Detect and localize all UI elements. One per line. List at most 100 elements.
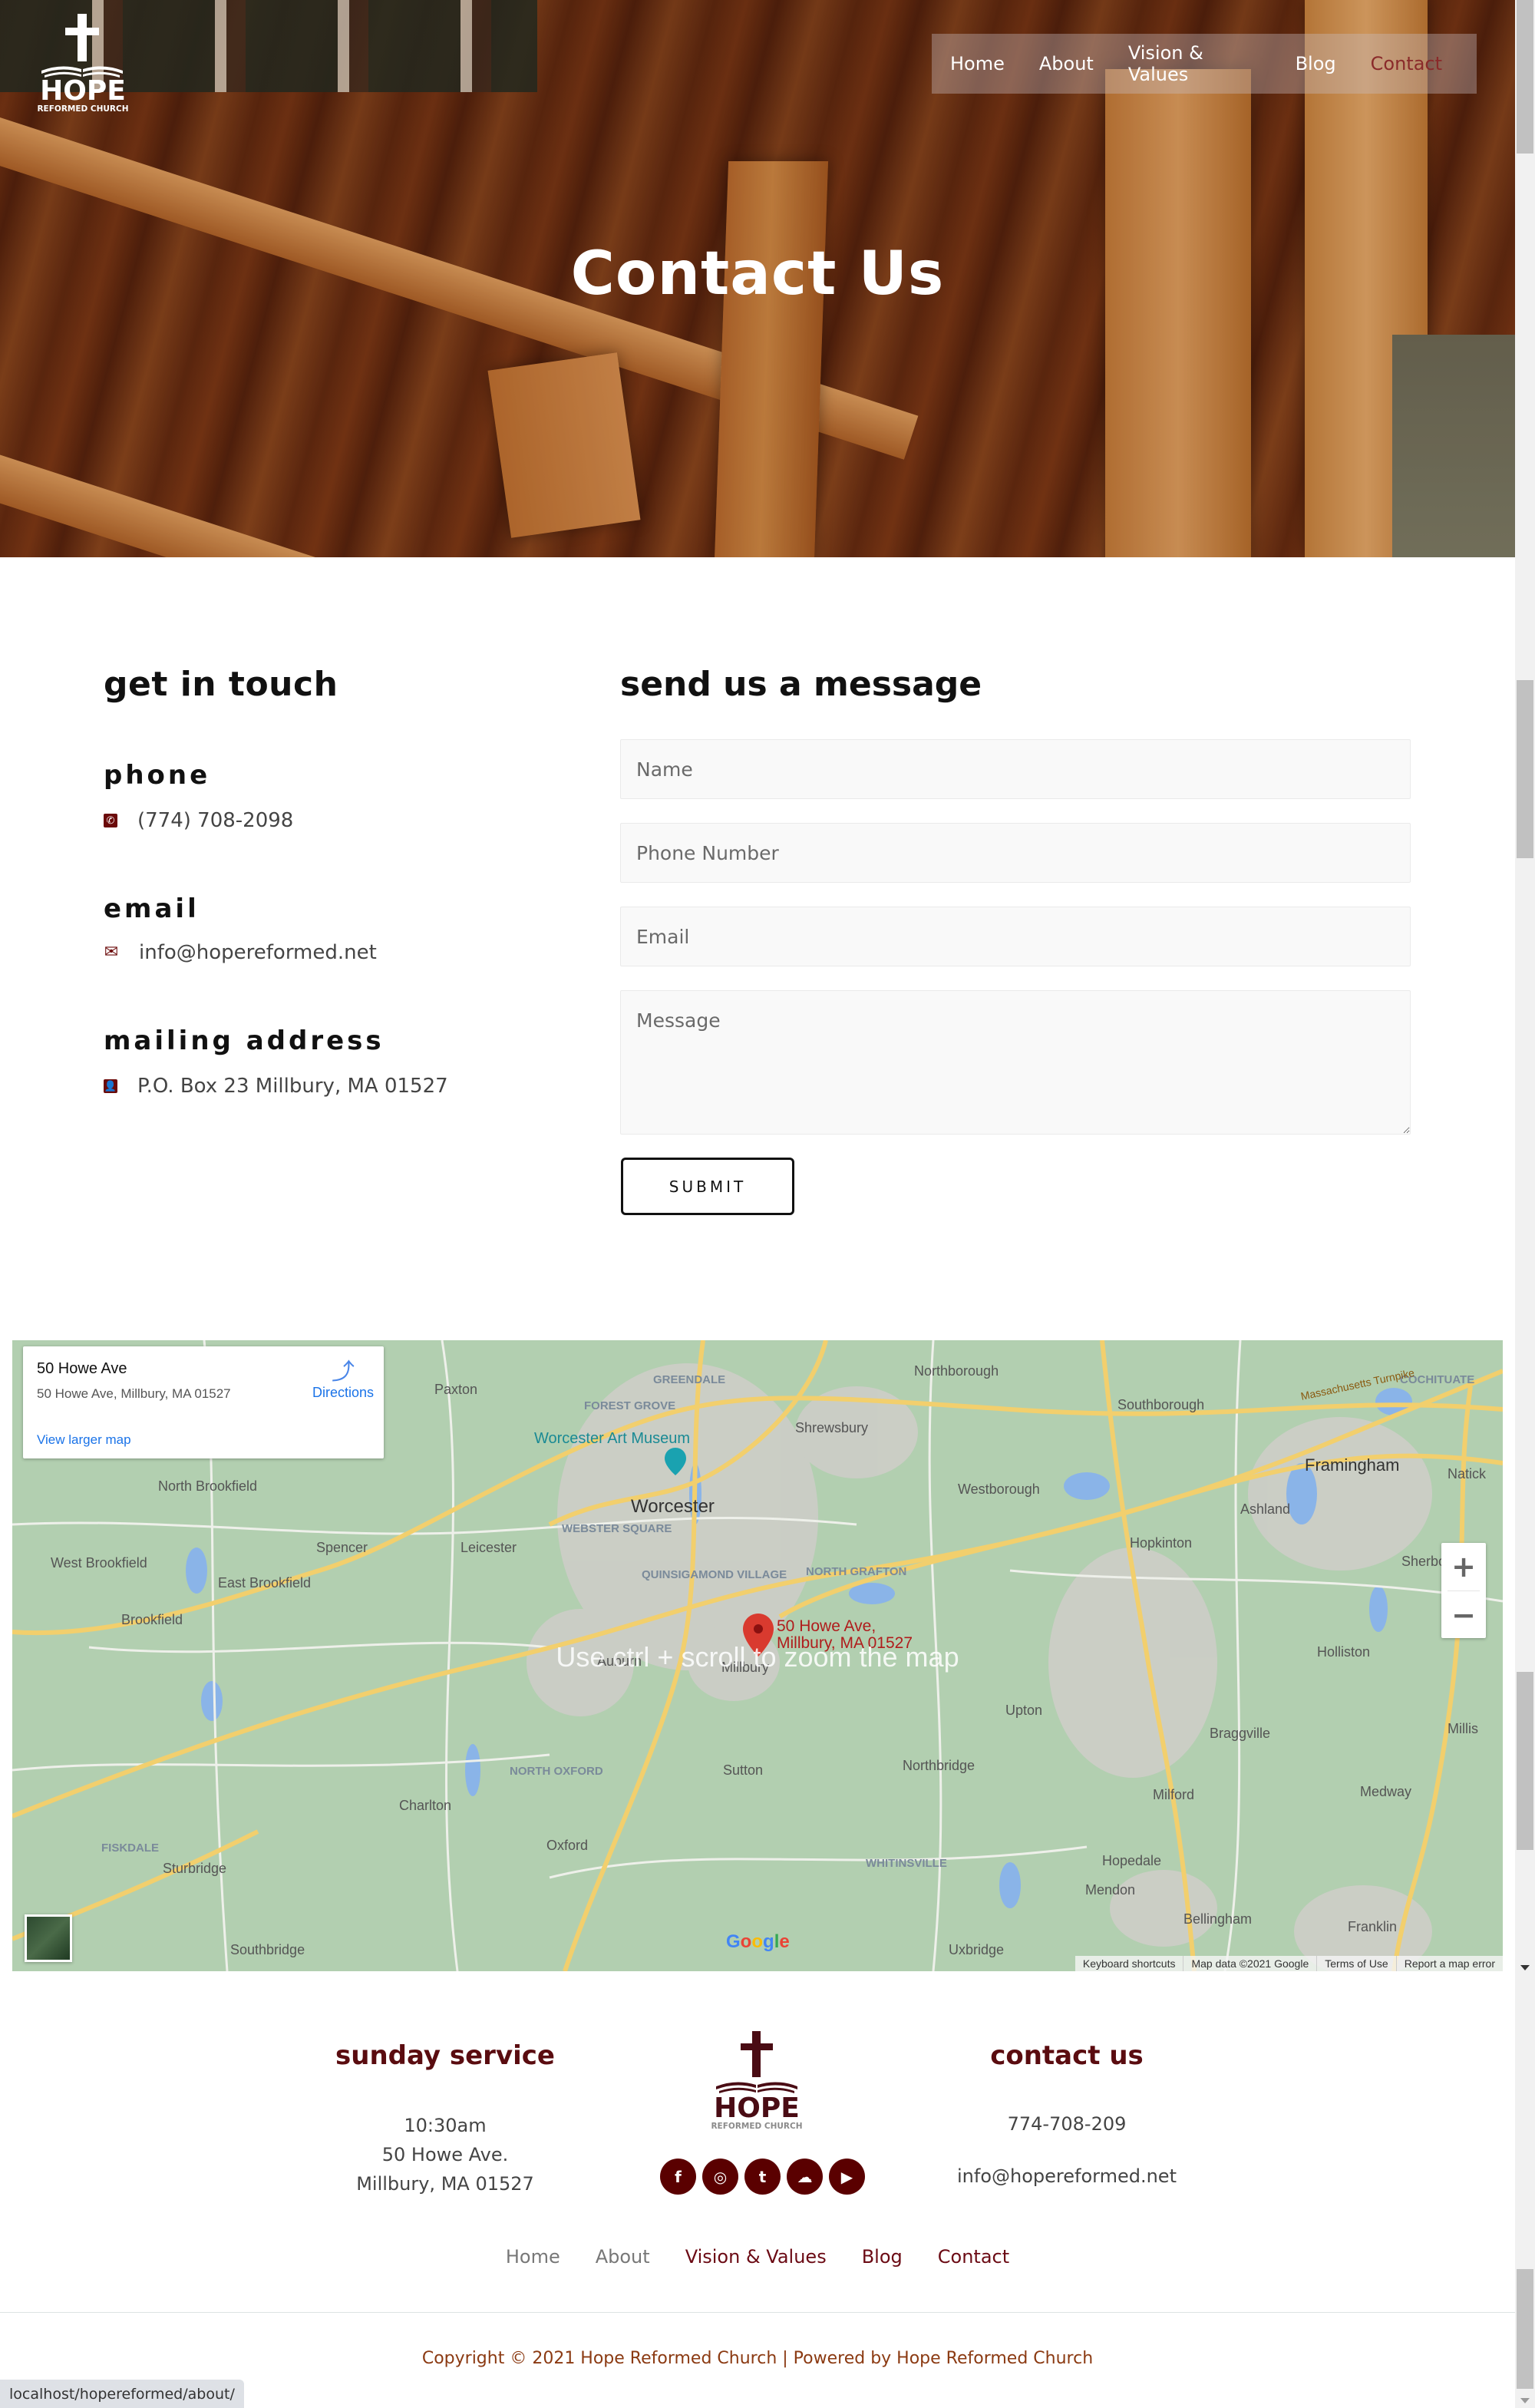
footer-nav-contact[interactable]: Contact [938,2246,1009,2268]
map-label: QUINSIGAMOND VILLAGE [642,1568,787,1581]
map-label: WEBSTER SQUARE [562,1522,672,1535]
map-info-card: 50 Howe Ave 50 Howe Ave, Millbury, MA 01… [23,1346,384,1458]
address-book-icon: 👤 [104,1079,117,1093]
map-label: Medway [1360,1784,1411,1799]
footer-nav: Home About Vision & Values Blog Contact [0,2246,1515,2268]
page: HOPE REFORMED CHURCH Home About Vision &… [0,0,1515,2408]
view-larger-map-link[interactable]: View larger map [37,1432,131,1448]
footer-divider [0,2312,1515,2313]
keyboard-shortcuts-link[interactable]: Keyboard shortcuts [1075,1956,1183,1971]
footer-logo[interactable]: HOPE REFORMED CHURCH [709,2031,806,2131]
map-label: Hopkinton [1130,1535,1192,1551]
report-map-error-link[interactable]: Report a map error [1395,1956,1503,1971]
scroll-down-arrow-icon[interactable] [1520,1965,1530,1970]
copyright-text: Copyright © 2021 Hope Reformed Church | … [421,2349,1094,2368]
google-map[interactable]: Worcester Paxton FOREST GROVE GREENDALE … [12,1340,1503,1971]
twitter-icon[interactable]: t [744,2159,781,2195]
phone-number-input[interactable] [620,823,1411,883]
scrollbar-track-segment [1517,680,1533,858]
name-input[interactable] [620,739,1411,799]
map-label: Franklin [1348,1919,1397,1934]
map-label: Upton [1005,1703,1042,1718]
nav-item-blog[interactable]: Blog [1296,53,1336,74]
instagram-icon[interactable]: ◎ [702,2159,738,2195]
main-nav: Home About Vision & Values Blog Contact [932,34,1477,94]
svg-text:REFORMED CHURCH: REFORMED CHURCH [711,2122,802,2131]
map-label: NORTH GRAFTON [806,1565,906,1578]
nav-item-contact[interactable]: Contact [1371,53,1442,74]
map-label: FOREST GROVE [584,1399,675,1412]
directions-icon: ⤴ [332,1359,355,1385]
map-label: Mendon [1085,1882,1135,1898]
service-city: Millbury, MA 01527 [356,2173,534,2195]
address-text: P.O. Box 23 Millbury, MA 01527 [137,1075,448,1098]
zoom-in-button[interactable]: + [1441,1543,1486,1590]
map-label: GREENDALE [653,1373,725,1386]
browser-status-url: localhost/hopereformed/about/ [0,2380,244,2408]
service-details: 10:30am 50 Howe Ave. Millbury, MA 01527 [292,2111,599,2198]
facebook-icon[interactable]: f [660,2159,696,2195]
directions-button[interactable]: ⤴ Directions [309,1360,378,1401]
address-row: 👤 P.O. Box 23 Millbury, MA 01527 [104,1075,448,1098]
zoom-out-button[interactable]: − [1441,1591,1486,1639]
map-label: Braggville [1210,1726,1270,1741]
map-scroll-hint: Use ctrl + scroll to zoom the map [556,1641,959,1673]
email-link[interactable]: info@hopereformed.net [139,941,377,964]
map-label: Shrewsbury [795,1420,868,1435]
youtube-icon[interactable]: ▶ [829,2159,865,2195]
page-scrollbar[interactable] [1515,0,1535,2408]
terms-of-use-link[interactable]: Terms of Use [1316,1956,1395,1971]
email-row: ✉ info@hopereformed.net [104,941,377,964]
footer-email[interactable]: info@hopereformed.net [913,2162,1220,2191]
footer-nav-vision-values[interactable]: Vision & Values [685,2246,827,2268]
map-label: Oxford [546,1838,588,1853]
map-label: NORTH OXFORD [510,1765,603,1778]
footer-nav-blog[interactable]: Blog [862,2246,903,2268]
map-label: Worcester [631,1496,715,1517]
page-title: Contact Us [570,239,945,309]
footer-nav-home[interactable]: Home [506,2246,560,2268]
map-label: WHITINSVILLE [866,1857,947,1870]
site-logo[interactable]: HOPE REFORMED CHURCH [37,14,132,114]
map-label: Milford [1153,1787,1194,1802]
scrollbar-thumb[interactable] [1517,0,1533,154]
map-label: Leicester [460,1540,517,1555]
email-input[interactable] [620,907,1411,966]
map-label: Westborough [958,1481,1040,1497]
scrollbar-track-segment [1517,2269,1533,2389]
nav-item-vision-values[interactable]: Vision & Values [1128,42,1261,85]
phone-row: ✆ (774) 708-2098 [104,809,293,832]
satellite-toggle[interactable] [25,1914,72,1962]
map-label: Bellingham [1183,1911,1252,1927]
map-label: Uxbridge [949,1942,1004,1957]
footer-nav-about[interactable]: About [596,2246,650,2268]
email-label: email [104,894,200,924]
soundcloud-icon[interactable]: ☁ [787,2159,823,2195]
submit-button[interactable]: SUBMIT [621,1158,794,1215]
map-card-title: 50 Howe Ave [37,1360,127,1377]
get-in-touch-heading: get in touch [104,665,338,704]
cross-book-logo-icon: HOPE REFORMED CHURCH [37,14,129,114]
map-card-address: 50 Howe Ave, Millbury, MA 01527 [37,1386,231,1401]
send-message-heading: send us a message [620,665,982,704]
social-links: f ◎ t ☁ ▶ [660,2159,865,2195]
phone-link[interactable]: (774) 708-2098 [137,809,293,832]
cross-book-logo-icon: HOPE REFORMED CHURCH [711,2031,803,2131]
map-label: Framingham [1305,1455,1399,1475]
map-label: East Brookfield [218,1575,311,1590]
mailing-address-label: mailing address [104,1026,385,1056]
svg-text:HOPE: HOPE [714,2093,800,2124]
scroll-down-arrow-icon[interactable] [1520,2398,1530,2403]
map-label: FISKDALE [101,1842,159,1855]
message-textarea[interactable] [620,990,1411,1135]
nav-item-home[interactable]: Home [950,53,1005,74]
map-label: Spencer [316,1540,368,1555]
google-logo: Google [726,1931,790,1952]
map-zoom-control: + − [1441,1543,1486,1638]
footer-phone[interactable]: 774-708-209 [913,2109,1220,2139]
map-label: Ashland [1240,1501,1290,1517]
nav-item-about[interactable]: About [1039,53,1094,74]
map-poi-label: Worcester Art Museum [534,1430,690,1447]
map-label: Hopedale [1102,1853,1161,1868]
contact-us-heading: contact us [990,2040,1144,2071]
